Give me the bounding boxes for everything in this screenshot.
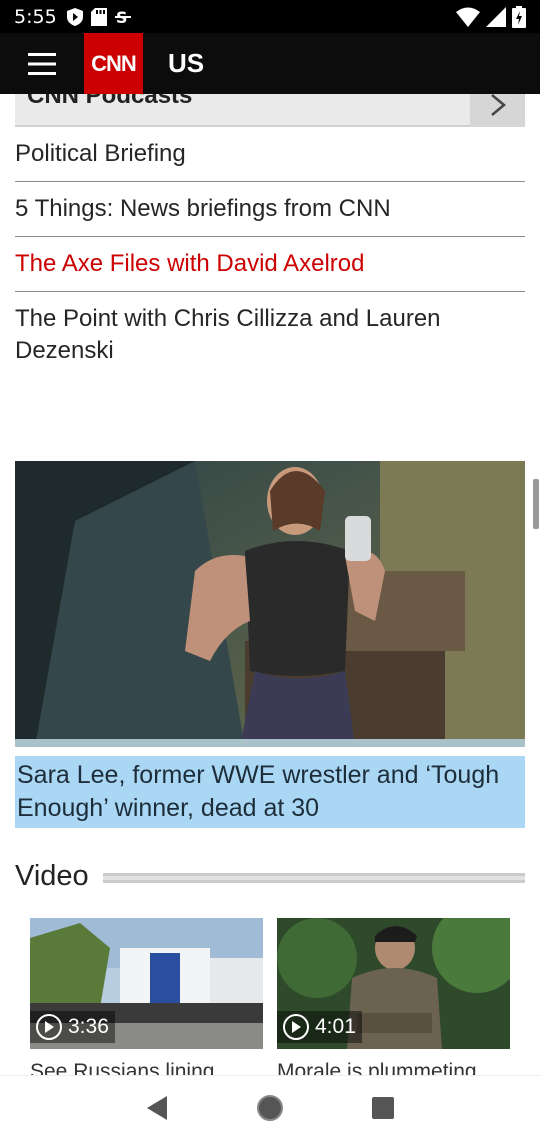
podcast-item-label: Political Briefing bbox=[15, 140, 186, 167]
podcast-item-axe-files[interactable]: The Axe Files with David Axelrod bbox=[15, 239, 525, 292]
story-headline-text: Sara Lee, former WWE wrestler and ‘Tough… bbox=[17, 761, 500, 822]
chevron-right-icon bbox=[490, 94, 506, 116]
podcast-item-political-briefing[interactable]: Political Briefing bbox=[15, 130, 525, 182]
play-icon bbox=[283, 1014, 309, 1040]
video-section-header: Video bbox=[15, 858, 525, 894]
podcast-item-label: 5 Things: News briefings from CNN bbox=[15, 195, 391, 222]
video-duration-badge: 3:36 bbox=[30, 1011, 115, 1043]
app-header: CNN US bbox=[0, 33, 540, 94]
back-triangle-icon bbox=[146, 1096, 167, 1120]
sd-card-icon bbox=[90, 7, 107, 26]
sync-icon: S bbox=[114, 8, 131, 26]
cell-signal-icon bbox=[486, 6, 506, 27]
menu-button[interactable] bbox=[0, 33, 84, 94]
podcast-item-label: The Point with Chris Cillizza and Lauren… bbox=[15, 305, 441, 364]
story-photo bbox=[15, 461, 525, 747]
video-duration-badge: 4:01 bbox=[277, 1011, 362, 1043]
cnn-logo[interactable]: CNN bbox=[84, 33, 143, 94]
play-icon bbox=[36, 1014, 62, 1040]
video-duration: 4:01 bbox=[315, 1015, 356, 1038]
battery-charging-icon bbox=[512, 5, 526, 28]
home-circle-icon bbox=[256, 1095, 283, 1121]
nav-back-button[interactable] bbox=[137, 1088, 177, 1128]
scrollbar-thumb[interactable] bbox=[533, 479, 539, 529]
nav-home-button[interactable] bbox=[250, 1088, 290, 1128]
podcast-item-5-things[interactable]: 5 Things: News briefings from CNN bbox=[15, 184, 525, 237]
nav-recents-button[interactable] bbox=[363, 1088, 403, 1128]
cnn-logo-text: CNN bbox=[91, 50, 137, 76]
content-area: CNN Podcasts Political Briefing 5 Things… bbox=[0, 94, 540, 1075]
podcast-item-the-point[interactable]: The Point with Chris Cillizza and Lauren… bbox=[15, 294, 525, 374]
story-image[interactable] bbox=[15, 461, 525, 747]
video-caption-1[interactable]: See Russians lining bbox=[30, 1060, 214, 1075]
wifi-icon bbox=[456, 7, 480, 27]
status-time: 5:55 bbox=[14, 5, 57, 28]
shield-play-icon bbox=[66, 7, 83, 26]
story-headline-link[interactable]: Sara Lee, former WWE wrestler and ‘Tough… bbox=[15, 756, 525, 828]
podcasts-section-header[interactable]: CNN Podcasts bbox=[15, 94, 525, 127]
video-card-2[interactable]: 4:01 bbox=[277, 918, 510, 1049]
video-card-1[interactable]: 3:36 bbox=[30, 918, 263, 1049]
hamburger-menu-icon bbox=[28, 52, 56, 75]
section-divider bbox=[102, 873, 525, 883]
section-title: US bbox=[168, 48, 205, 78]
system-nav-bar bbox=[0, 1075, 540, 1140]
video-caption-2[interactable]: Morale is plummeting bbox=[277, 1060, 477, 1075]
podcast-item-label: The Axe Files with David Axelrod bbox=[15, 250, 365, 277]
recents-square-icon bbox=[372, 1097, 395, 1119]
podcasts-title: CNN Podcasts bbox=[27, 94, 193, 109]
status-icons-left: S bbox=[66, 7, 131, 26]
video-section-title: Video bbox=[15, 859, 89, 892]
podcasts-expand-button[interactable] bbox=[470, 94, 525, 127]
video-duration: 3:36 bbox=[68, 1015, 109, 1038]
status-icons-right bbox=[456, 5, 526, 28]
status-bar: 5:55 S bbox=[0, 0, 540, 33]
